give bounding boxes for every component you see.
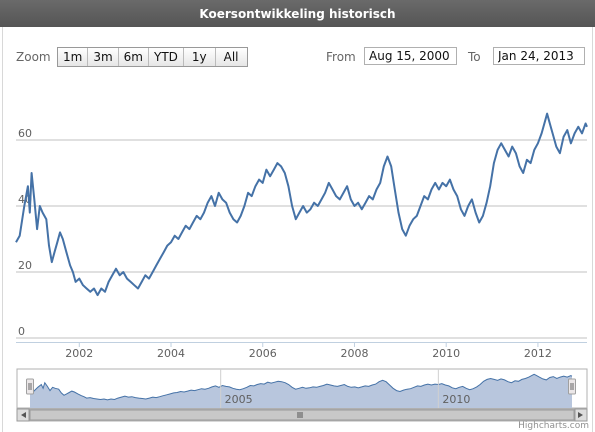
navigator-left-handle[interactable] (26, 378, 34, 395)
x-tick-label: 2006 (249, 347, 277, 360)
y-tick-label: 20 (18, 259, 32, 272)
x-tick-label: 2004 (157, 347, 185, 360)
x-tick-label: 2002 (65, 347, 93, 360)
y-tick-label: 60 (18, 127, 32, 140)
navigator-tick-label: 2010 (442, 393, 470, 406)
x-tick-label: 2008 (340, 347, 368, 360)
x-tick-label: 2010 (432, 347, 460, 360)
highcharts-credit[interactable]: Highcharts.com (518, 421, 589, 431)
price-series-line (15, 112, 588, 297)
y-tick-label: 0 (18, 325, 25, 338)
navigator-tick-label: 2005 (225, 393, 253, 406)
x-tick-label: 2012 (524, 347, 552, 360)
navigator-right-handle[interactable] (568, 378, 576, 395)
price-chart: 02040602002 2004 2006 2008 2010 20122005 2010 (15, 112, 588, 422)
